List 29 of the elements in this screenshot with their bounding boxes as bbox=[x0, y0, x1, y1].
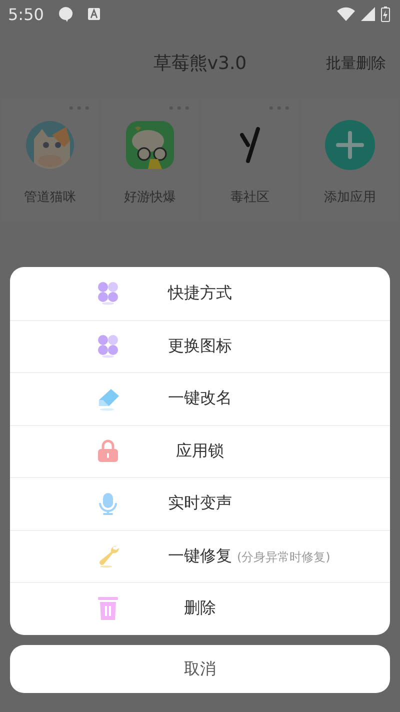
eraser-icon bbox=[97, 386, 121, 411]
wrench-icon bbox=[97, 544, 121, 568]
lock-icon bbox=[97, 439, 119, 464]
clover-icon bbox=[97, 281, 119, 306]
app-title: 草莓熊v3.0 bbox=[153, 52, 247, 75]
chat-bubble-icon bbox=[58, 6, 74, 22]
clover-icon bbox=[97, 334, 119, 358]
wifi-icon bbox=[337, 7, 355, 21]
menu-item[interactable]: 一键修复 bbox=[168, 546, 232, 567]
menu-item[interactable]: 快捷方式 bbox=[168, 282, 232, 304]
keyboard-a-icon bbox=[88, 8, 100, 20]
menu-item[interactable]: 更换图标 bbox=[168, 336, 232, 357]
menu-item[interactable]: 删除 bbox=[184, 598, 216, 620]
status-time: 5:50 bbox=[8, 4, 44, 24]
trash-icon bbox=[97, 596, 119, 622]
add-icon bbox=[325, 120, 375, 170]
menu-item[interactable]: 实时变声 bbox=[168, 493, 232, 514]
hint-text: (分身异常时修复) bbox=[236, 550, 330, 564]
app-label: 管道猫咪 bbox=[24, 189, 76, 206]
signal-icon bbox=[361, 7, 375, 21]
app-label: 毒社区 bbox=[230, 189, 270, 206]
logo-icon bbox=[240, 127, 260, 163]
battery-charging-icon bbox=[381, 6, 390, 22]
cancel-button[interactable]: 取消 bbox=[10, 645, 390, 693]
menu-item[interactable]: 应用锁 bbox=[176, 440, 224, 462]
app-label: 添加应用 bbox=[324, 189, 376, 206]
menu-item[interactable]: 一键改名 bbox=[168, 388, 232, 410]
microphone-icon bbox=[97, 492, 119, 516]
app-label: 好游快爆 bbox=[124, 189, 176, 206]
